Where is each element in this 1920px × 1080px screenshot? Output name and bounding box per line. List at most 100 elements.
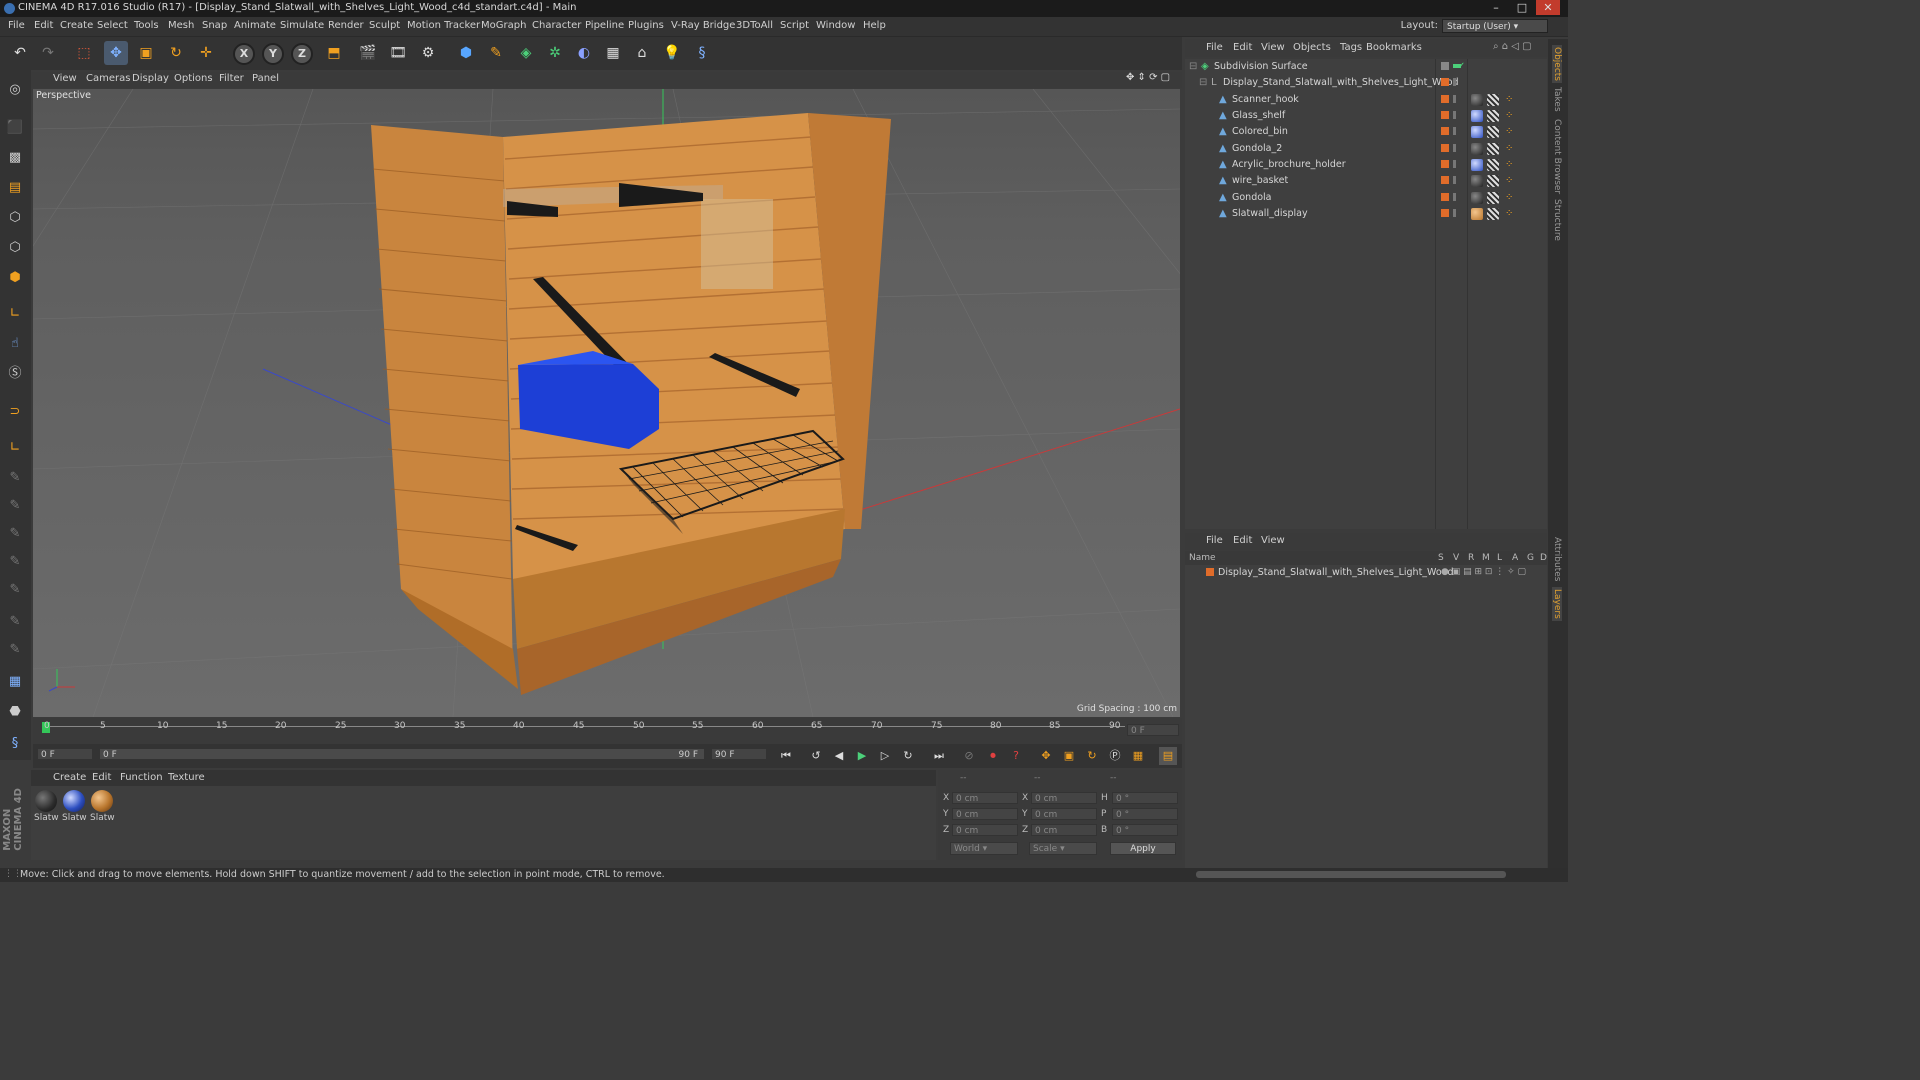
start-frame-field[interactable]: 0 F <box>37 748 93 760</box>
menu-snap[interactable]: Snap <box>202 20 227 31</box>
phong-tag-icon[interactable]: ⁘ <box>1505 209 1514 219</box>
timeline-layout-icon[interactable]: ▤ <box>1159 747 1177 765</box>
subdivision-icon[interactable]: ◈ <box>514 41 538 65</box>
menu-script[interactable]: Script <box>780 20 809 31</box>
render-settings-icon[interactable]: ⚙ <box>416 41 440 65</box>
python-script-icon[interactable]: § <box>3 732 27 756</box>
layers-menu-file[interactable]: File <box>1206 535 1223 546</box>
objects-menu-view[interactable]: View <box>1261 42 1285 53</box>
tab-objects[interactable]: Objects <box>1552 45 1562 84</box>
cube-primitive-icon[interactable]: ⬢ <box>454 41 478 65</box>
tab-structure[interactable]: Structure <box>1552 199 1562 241</box>
pos-y-field[interactable]: 0 cm <box>952 808 1018 820</box>
rot-h-field[interactable]: 0 ° <box>1112 792 1178 804</box>
objects-menu-file[interactable]: File <box>1206 42 1223 53</box>
menu-simulate[interactable]: Simulate <box>280 20 324 31</box>
maximize-button[interactable]: □ <box>1510 0 1534 15</box>
layers-menu-view[interactable]: View <box>1261 535 1285 546</box>
frame-range-slider[interactable]: 0 F 90 F <box>99 748 705 760</box>
layout-dropdown[interactable]: Startup (User) ▾ <box>1442 19 1548 33</box>
brush-icon-5[interactable]: ✎ <box>3 578 27 602</box>
brush-icon-1[interactable]: ✎ <box>3 466 27 490</box>
objects-search-icon[interactable]: ⌕ ⌂ ◁ ▢ <box>1493 41 1532 52</box>
size-y-field[interactable]: 0 cm <box>1031 808 1097 820</box>
viewport-menu-panel[interactable]: Panel <box>252 73 279 84</box>
phong-tag-icon[interactable]: ⁘ <box>1505 176 1514 186</box>
layer-flag-icons[interactable]: ● ▣ ▤ ⊞ ⊡ ⋮ ✧ ▢ <box>1441 567 1526 577</box>
timeline-ruler[interactable]: 0 5 10 15 20 25 30 35 40 45 50 55 60 65 … <box>33 718 1182 744</box>
menu-window[interactable]: Window <box>816 20 855 31</box>
horizontal-scrollbar[interactable] <box>1196 871 1506 878</box>
autokey-icon[interactable]: ? <box>1007 747 1025 765</box>
menu-mesh[interactable]: Mesh <box>168 20 194 31</box>
layer-chip[interactable] <box>1441 127 1449 135</box>
render-picture-viewer-icon[interactable]: 🎞 <box>386 41 410 65</box>
layer-color-swatch[interactable] <box>1206 568 1214 576</box>
material-tag-icon[interactable] <box>1471 94 1483 106</box>
rot-b-field[interactable]: 0 ° <box>1112 824 1178 836</box>
phong-tag-icon[interactable]: ⁘ <box>1505 95 1514 105</box>
expand-toggle-icon[interactable]: ⊟ <box>1189 62 1198 72</box>
y-axis-lock-button[interactable]: Y <box>262 43 284 65</box>
material-tag-icon[interactable] <box>1471 175 1483 187</box>
layer-chip[interactable] <box>1441 78 1449 86</box>
menu-file[interactable]: File <box>8 20 25 31</box>
texture-tag-icon[interactable] <box>1487 94 1499 106</box>
object-row-glass-shelf[interactable]: ▲ Glass_shelf ⁘ <box>1185 108 1547 124</box>
size-mode-dropdown[interactable]: Scale ▾ <box>1029 842 1097 855</box>
scale-tool-icon[interactable]: ▣ <box>134 41 158 65</box>
menu-create[interactable]: Create <box>60 20 93 31</box>
next-key-icon[interactable]: ↻ <box>899 747 917 765</box>
texture-tag-icon[interactable] <box>1487 126 1499 138</box>
layer-chip[interactable] <box>1441 111 1449 119</box>
material-menu-function[interactable]: Function <box>120 772 163 783</box>
go-to-end-icon[interactable]: ⏭ <box>930 747 948 765</box>
live-selection-icon[interactable]: ⬚ <box>72 41 96 65</box>
python-icon[interactable]: § <box>690 41 714 65</box>
brush-icon-7[interactable]: ✎ <box>3 638 27 662</box>
magnet-icon[interactable]: ⊃ <box>3 400 27 424</box>
visibility-dots[interactable] <box>1453 176 1456 184</box>
viewport-nav-icons[interactable]: ✥ ⇕ ⟳ ▢ <box>1126 72 1170 83</box>
object-row-acrylic-brochure-holder[interactable]: ▲ Acrylic_brochure_holder ⁘ <box>1185 157 1547 173</box>
brush-icon-4[interactable]: ✎ <box>3 550 27 574</box>
brush-icon-6[interactable]: ✎ <box>3 610 27 634</box>
key-parameter-icon[interactable]: Ⓟ <box>1106 747 1124 765</box>
rotate-tool-icon[interactable]: ↻ <box>164 41 188 65</box>
workplane-axis-icon[interactable]: ∟ <box>3 436 27 460</box>
material-tag-icon[interactable] <box>1471 192 1483 204</box>
menu-edit[interactable]: Edit <box>34 20 53 31</box>
material-slot-3[interactable]: Slatw <box>90 790 115 823</box>
coordinate-space-dropdown[interactable]: World ▾ <box>950 842 1018 855</box>
pos-z-field[interactable]: 0 cm <box>952 824 1018 836</box>
close-button[interactable]: ✕ <box>1536 0 1560 15</box>
z-axis-lock-button[interactable]: Z <box>291 43 313 65</box>
key-position-icon[interactable]: ✥ <box>1037 747 1055 765</box>
deformer-icon[interactable]: ◐ <box>572 41 596 65</box>
viewport-menu-filter[interactable]: Filter <box>219 73 244 84</box>
menu-sculpt[interactable]: Sculpt <box>369 20 400 31</box>
tab-attributes[interactable]: Attributes <box>1552 537 1562 581</box>
menu-mograph[interactable]: MoGraph <box>481 20 526 31</box>
visibility-dots[interactable] <box>1453 193 1456 201</box>
layer-row[interactable]: Display_Stand_Slatwall_with_Shelves_Ligh… <box>1185 565 1547 581</box>
tab-takes[interactable]: Takes <box>1552 87 1562 112</box>
polygons-mode-icon[interactable]: ⬢ <box>3 266 27 290</box>
menu-tools[interactable]: Tools <box>134 20 159 31</box>
menu-render[interactable]: Render <box>328 20 364 31</box>
material-tag-icon[interactable] <box>1471 126 1483 138</box>
material-tag-icon[interactable] <box>1471 143 1483 155</box>
record-keys-icon[interactable]: ⏺ <box>984 747 1002 765</box>
viewport-menu-display[interactable]: Display <box>132 73 169 84</box>
objects-menu-tags[interactable]: Tags <box>1340 42 1362 53</box>
perspective-viewport[interactable]: Perspective Grid Spacing : 100 cm <box>33 89 1180 717</box>
material-slot-1[interactable]: Slatw <box>34 790 59 823</box>
axis-mode-icon[interactable]: ∟ <box>3 302 27 326</box>
menu-character[interactable]: Character <box>532 20 581 31</box>
material-menu-texture[interactable]: Texture <box>168 772 205 783</box>
apply-button[interactable]: Apply <box>1110 842 1176 855</box>
next-frame-icon[interactable]: ▷ <box>876 747 894 765</box>
menu-motion-tracker[interactable]: Motion Tracker <box>407 20 480 31</box>
visibility-dots[interactable] <box>1453 127 1456 135</box>
texture-tag-icon[interactable] <box>1487 159 1499 171</box>
